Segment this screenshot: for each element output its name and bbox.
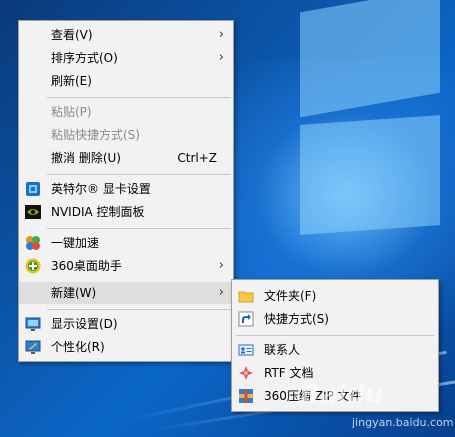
watermark-site-text: jingyan.baidu.com — [352, 416, 454, 429]
chevron-right-icon: › — [218, 50, 224, 65]
360-desktop-icon — [25, 258, 41, 274]
menu-separator — [47, 174, 231, 175]
windows-logo-pane-bottom — [300, 115, 440, 235]
menu-item-paste: 粘贴(P) — [51, 105, 92, 119]
menu-item-nvidia-control-panel[interactable]: NVIDIA 控制面板 — [19, 201, 233, 223]
display-settings-icon — [25, 316, 41, 332]
menu-item-display-settings[interactable]: 显示设置(D) — [19, 313, 233, 335]
submenu-item-shortcut[interactable]: 快捷方式(S) — [232, 308, 438, 330]
menu-separator — [47, 309, 231, 310]
nvidia-icon — [25, 204, 41, 220]
shortcut-text: Ctrl+Z — [177, 151, 217, 165]
menu-item-intel-graphics[interactable]: 英特尔® 显卡设置 — [19, 178, 233, 200]
rtf-document-icon — [238, 365, 254, 381]
chevron-right-icon: › — [218, 258, 224, 273]
menu-item-sort-by[interactable]: 排序方式(O) › — [19, 47, 233, 69]
menu-item-personalize[interactable]: 个性化(R) — [19, 336, 233, 358]
menu-item-refresh[interactable]: 刷新(E) — [19, 70, 233, 92]
menu-separator — [236, 335, 434, 336]
menu-separator — [47, 97, 231, 98]
menu-separator — [47, 228, 231, 229]
zip-archive-icon — [238, 388, 254, 404]
speedup-icon — [25, 235, 41, 251]
submenu-item-folder[interactable]: 文件夹(F) — [232, 285, 438, 307]
shortcut-icon — [238, 311, 254, 327]
contact-icon — [238, 342, 254, 358]
menu-item-undo-delete[interactable]: 撤消 删除(U) Ctrl+Z — [19, 147, 233, 169]
chevron-right-icon: › — [218, 27, 224, 42]
personalize-icon — [25, 339, 41, 355]
menu-item-new[interactable]: 新建(W) › — [19, 282, 233, 304]
intel-graphics-icon — [25, 181, 41, 197]
menu-item-view[interactable]: 查看(V) › — [19, 24, 233, 46]
menu-item-360-desktop-helper[interactable]: 360桌面助手 › — [19, 255, 233, 277]
menu-item-paste-shortcut: 粘贴快捷方式(S) — [51, 128, 140, 142]
desktop-context-menu: 查看(V) › 排序方式(O) › 刷新(E) 粘贴(P) 粘贴快捷方式(S) … — [18, 20, 234, 362]
folder-icon — [238, 288, 254, 304]
submenu-item-contact[interactable]: 联系人 — [232, 339, 438, 361]
baidu-watermark-logo: Baidu — [300, 380, 384, 410]
chevron-right-icon: › — [218, 285, 224, 300]
menu-item-one-click-speedup[interactable]: 一键加速 — [19, 232, 233, 254]
